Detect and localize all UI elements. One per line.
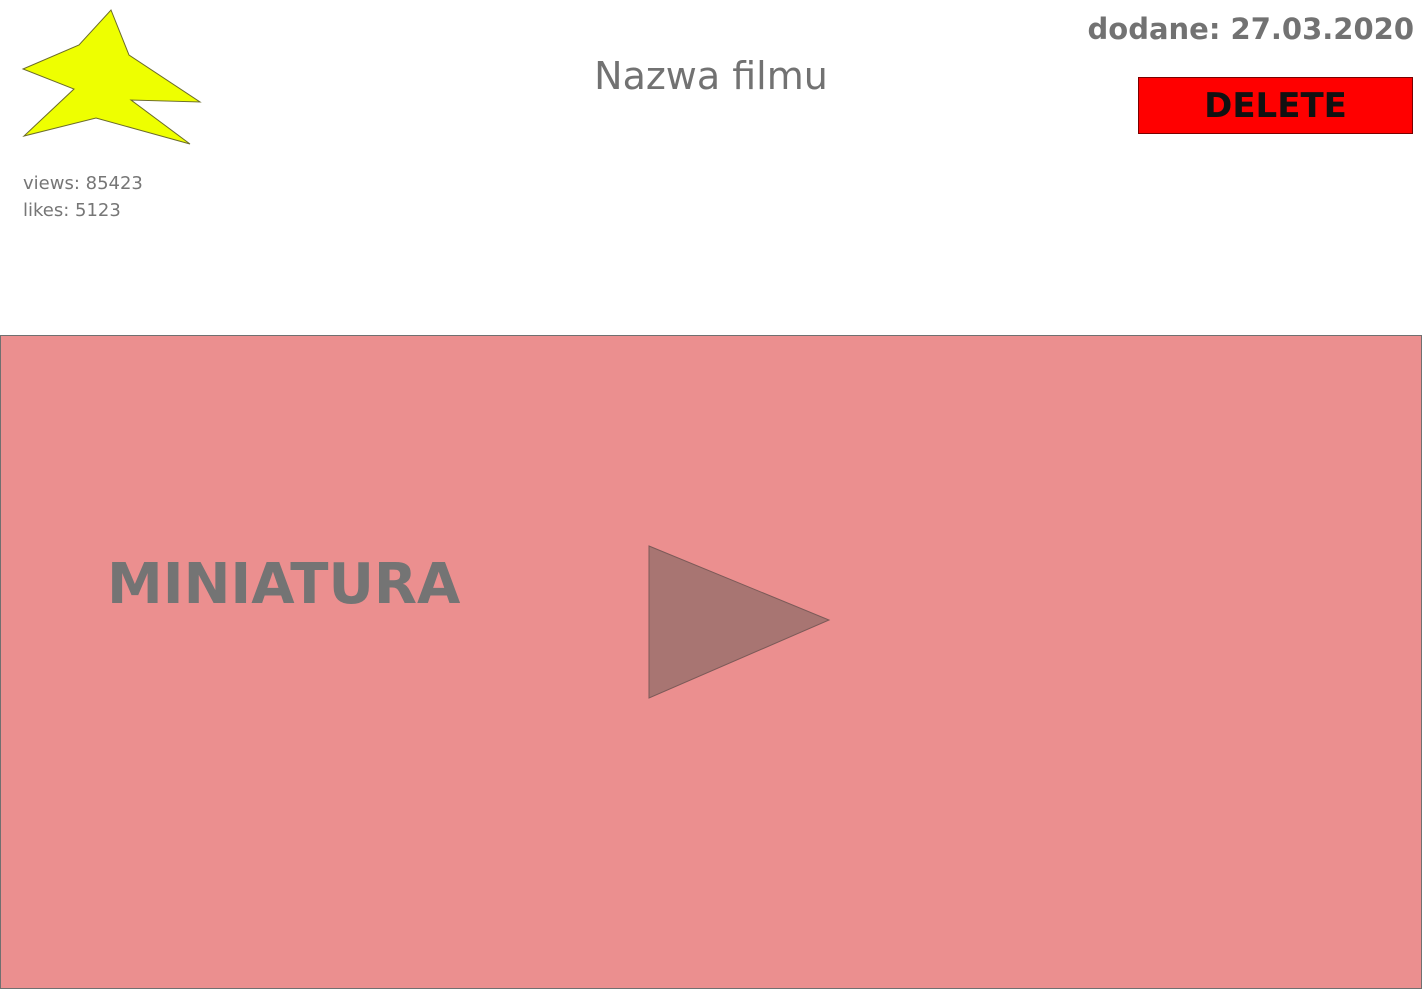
likes-count: likes: 5123 — [23, 200, 121, 221]
views-count: views: 85423 — [23, 173, 143, 194]
video-card: views: 85423 likes: 5123 Nazwa filmu dod… — [0, 0, 1422, 989]
thumbnail-label: MINIATURA — [107, 552, 461, 617]
video-thumbnail[interactable]: MINIATURA — [0, 335, 1422, 989]
delete-button[interactable]: DELETE — [1138, 77, 1413, 134]
play-icon[interactable] — [647, 544, 833, 700]
added-date: dodane: 27.03.2020 — [1087, 12, 1414, 46]
video-stats: views: 85423 likes: 5123 — [23, 170, 143, 224]
